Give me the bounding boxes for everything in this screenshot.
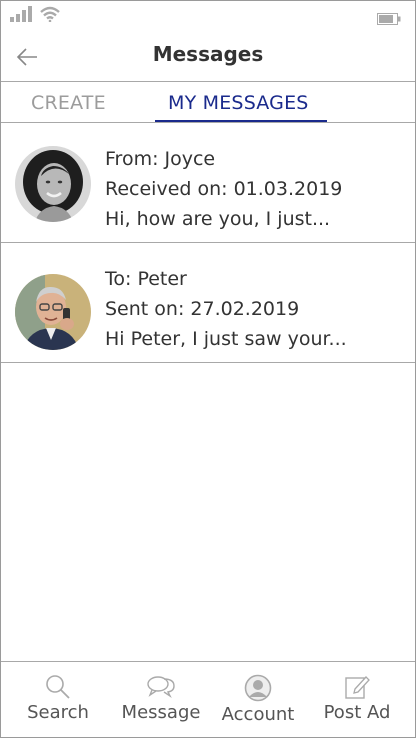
nav-message[interactable]: Message [119,674,203,723]
user-icon [244,674,272,702]
message-date: Sent on: 27.02.2019 [105,298,300,320]
message-preview: Hi Peter, I just saw your... [105,328,347,350]
message-item[interactable]: To: Peter Sent on: 27.02.2019 Hi Peter, … [1,243,415,363]
message-recipient: To: Peter [105,268,187,290]
bottom-navigation: Search Message Account Post Ad [1,661,415,737]
app-header: Messages [1,33,415,82]
signal-icon [10,6,32,22]
active-tab-indicator [155,120,327,122]
wifi-icon [40,6,60,22]
nav-post-ad[interactable]: Post Ad [319,674,395,723]
nav-search[interactable]: Search [23,674,93,723]
nav-account[interactable]: Account [219,674,297,725]
tab-my-messages[interactable]: MY MESSAGES [168,92,309,114]
phone-frame: Messages CREATE MY MESSAGES From: Joyce … [0,0,416,738]
chat-bubbles-icon [147,676,175,699]
avatar-peter [15,274,91,350]
tab-create[interactable]: CREATE [31,92,106,114]
message-recipient: From: Joyce [105,148,216,170]
tab-bar: CREATE MY MESSAGES [1,82,415,123]
search-icon [46,675,70,699]
nav-label: Account [221,704,295,725]
message-date: Received on: 01.03.2019 [105,178,343,200]
message-item[interactable]: From: Joyce Received on: 01.03.2019 Hi, … [1,123,415,243]
page-title: Messages [152,42,264,66]
status-bar [1,1,415,33]
edit-note-icon [345,676,370,699]
message-preview: Hi, how are you, I just... [105,208,331,230]
avatar-joyce [15,146,91,222]
nav-label: Message [121,702,201,723]
nav-label: Post Ad [323,702,391,723]
nav-label: Search [27,702,89,723]
battery-icon [377,13,401,25]
